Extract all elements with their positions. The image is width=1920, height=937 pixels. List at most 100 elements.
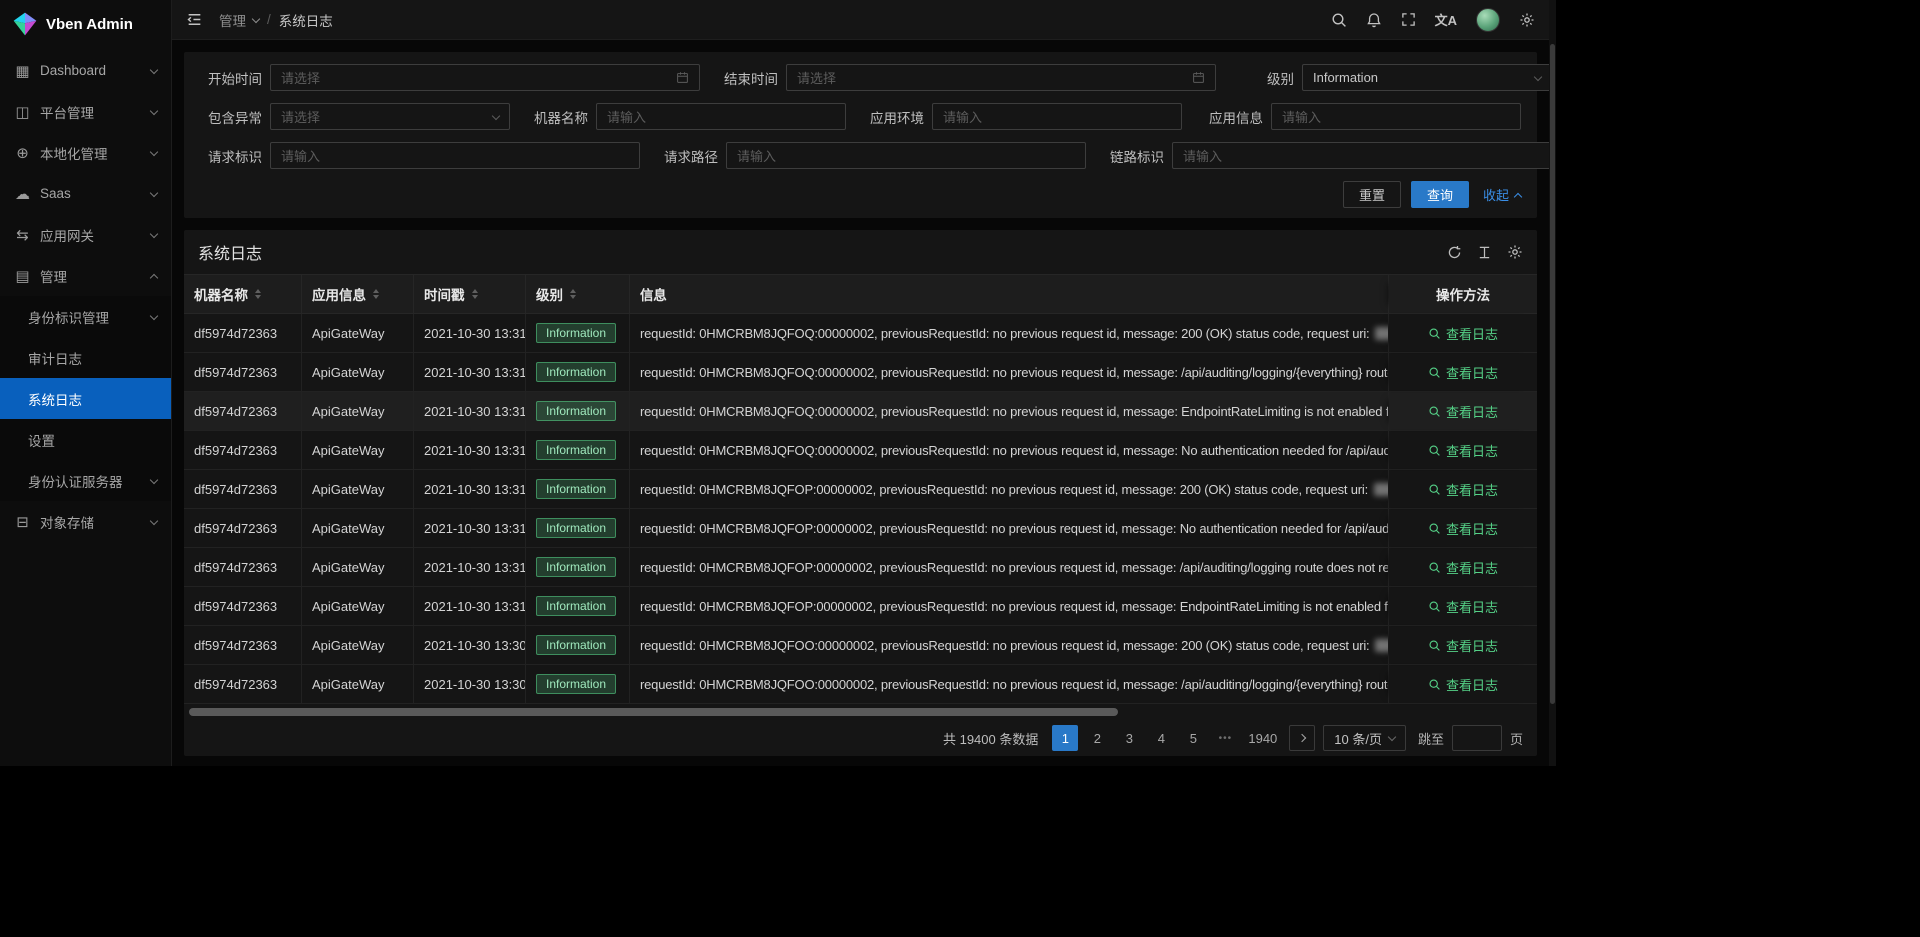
view-log-link[interactable]: 查看日志 (1428, 324, 1498, 343)
next-page-button[interactable] (1289, 725, 1315, 751)
filter-input[interactable]: 请输入 (270, 142, 640, 169)
dashboard-icon: ▦ (14, 62, 31, 80)
pagination-page[interactable]: 1 (1052, 725, 1078, 751)
level-badge: Information (536, 440, 616, 460)
filter-field: 应用信息 请输入 (1201, 103, 1521, 130)
collapse-link[interactable]: 收起 (1483, 185, 1521, 204)
view-log-link[interactable]: 查看日志 (1428, 597, 1498, 616)
sidebar-item-object-storage[interactable]: ⊟ 对象存储 (0, 501, 171, 542)
cell-app-info: ApiGateWay (302, 548, 414, 586)
cell-message: requestId: 0HMCRBM8JQFOP:00000002, previ… (630, 587, 1389, 625)
sidebar-item-management[interactable]: ▤ 管理 (0, 255, 171, 296)
filter-field-label: 链路标识 (1102, 146, 1164, 166)
column-settings-icon[interactable] (1507, 244, 1523, 260)
view-log-link[interactable]: 查看日志 (1428, 480, 1498, 499)
search-icon[interactable] (1331, 12, 1347, 28)
filter-date[interactable]: 请选择 (270, 64, 700, 91)
chevron-down-icon (150, 188, 158, 196)
filter-field: 应用环境 请输入 (862, 103, 1182, 130)
magnifier-icon (1428, 561, 1441, 574)
sidebar-item-platform[interactable]: ◫ 平台管理 (0, 91, 171, 132)
cell-timestamp: 2021-10-30 13:31:36 (414, 548, 526, 586)
pagination-ellipsis[interactable]: ••• (1212, 725, 1238, 751)
view-log-link[interactable]: 查看日志 (1428, 402, 1498, 421)
horizontal-scrollbar[interactable] (187, 706, 1534, 718)
chevron-down-icon (252, 14, 260, 22)
sidebar-item-dashboard[interactable]: ▦ Dashboard (0, 50, 171, 91)
gateway-icon: ⇆ (14, 226, 31, 244)
reset-button[interactable]: 重置 (1343, 181, 1401, 208)
cell-message: requestId: 0HMCRBM8JQFOO:00000002, previ… (630, 665, 1389, 703)
cell-app-info: ApiGateWay (302, 353, 414, 391)
filter-select[interactable]: 请选择 (270, 103, 510, 130)
cell-app-info: ApiGateWay (302, 665, 414, 703)
cell-app-info: ApiGateWay (302, 314, 414, 352)
filter-date[interactable]: 请选择 (786, 64, 1216, 91)
column-header[interactable]: 应用信息 (302, 275, 414, 313)
column-header[interactable]: 机器名称 (184, 275, 302, 313)
view-log-link[interactable]: 查看日志 (1428, 636, 1498, 655)
scrollbar-thumb[interactable] (1550, 44, 1555, 704)
pagination-page[interactable]: 2 (1084, 725, 1110, 751)
chevron-down-icon (493, 114, 499, 120)
pagination-page[interactable]: 4 (1148, 725, 1174, 751)
log-table-row: df5974d72363 ApiGateWay 2021-10-30 13:31… (184, 587, 1537, 626)
sidebar-item-audit-log[interactable]: 审计日志 (0, 337, 171, 378)
column-header[interactable]: 时间戳 (414, 275, 526, 313)
view-log-link[interactable]: 查看日志 (1428, 558, 1498, 577)
view-log-link[interactable]: 查看日志 (1428, 441, 1498, 460)
filter-input[interactable]: 请输入 (596, 103, 846, 130)
log-table-row: df5974d72363 ApiGateWay 2021-10-30 13:30… (184, 665, 1537, 704)
settings-icon[interactable] (1519, 12, 1535, 28)
cell-message: requestId: 0HMCRBM8JQFOO:00000002, previ… (630, 626, 1389, 664)
sort-icon (255, 289, 261, 299)
filter-input[interactable]: 请输入 (932, 103, 1182, 130)
column-height-icon[interactable] (1477, 245, 1492, 260)
page-size-select[interactable]: 10 条/页 (1323, 725, 1406, 751)
cell-machine-name: df5974d72363 (184, 548, 302, 586)
filter-field-label: 包含异常 (200, 107, 262, 127)
cell-app-info: ApiGateWay (302, 587, 414, 625)
cell-app-info: ApiGateWay (302, 470, 414, 508)
redacted-text (1375, 639, 1389, 652)
query-button[interactable]: 查询 (1411, 181, 1469, 208)
user-avatar[interactable] (1476, 8, 1500, 32)
filter-input[interactable]: 请输入 (726, 142, 1086, 169)
pagination-page[interactable]: 3 (1116, 725, 1142, 751)
scrollbar-thumb[interactable] (189, 708, 1118, 716)
menu-fold-icon[interactable] (186, 11, 203, 28)
pagination-page[interactable]: 1940 (1244, 725, 1281, 751)
locale-icon[interactable]: 文A (1435, 10, 1457, 29)
cell-message: requestId: 0HMCRBM8JQFOP:00000002, previ… (630, 509, 1389, 547)
view-log-link[interactable]: 查看日志 (1428, 363, 1498, 382)
chevron-down-icon (150, 475, 158, 483)
view-log-link[interactable]: 查看日志 (1428, 519, 1498, 538)
fullscreen-icon[interactable] (1401, 12, 1416, 27)
refresh-icon[interactable] (1447, 245, 1462, 260)
page-suffix: 页 (1510, 729, 1523, 748)
sidebar-item-localization[interactable]: ⊕ 本地化管理 (0, 132, 171, 173)
notification-icon[interactable] (1366, 12, 1382, 28)
level-badge: Information (536, 518, 616, 538)
filter-input[interactable]: 请输入 (1271, 103, 1521, 130)
filter-select[interactable]: Information (1302, 64, 1549, 91)
chevron-up-icon (150, 273, 158, 281)
view-log-link[interactable]: 查看日志 (1428, 675, 1498, 694)
sidebar-item-identity-management[interactable]: 身份标识管理 (0, 296, 171, 337)
vertical-scrollbar[interactable] (1549, 0, 1556, 766)
column-header[interactable]: 级别 (526, 275, 630, 313)
app-logo[interactable]: Vben Admin (0, 0, 171, 48)
sidebar-item-system-log[interactable]: 系统日志 (0, 378, 171, 419)
sidebar-item-gateway[interactable]: ⇆ 应用网关 (0, 214, 171, 255)
pagination-page[interactable]: 5 (1180, 725, 1206, 751)
filter-field-label: 请求路径 (656, 146, 718, 166)
sidebar-item-auth-server[interactable]: 身份认证服务器 (0, 460, 171, 501)
chevron-down-icon (1388, 733, 1396, 741)
management-icon: ▤ (14, 267, 31, 285)
filter-input[interactable]: 请输入 (1172, 142, 1549, 169)
jump-page-input[interactable] (1452, 725, 1502, 751)
cell-app-info: ApiGateWay (302, 392, 414, 430)
breadcrumb-item-parent[interactable]: 管理 (219, 10, 259, 30)
sidebar-item-saas[interactable]: ☁ Saas (0, 173, 171, 214)
sidebar-item-settings[interactable]: 设置 (0, 419, 171, 460)
